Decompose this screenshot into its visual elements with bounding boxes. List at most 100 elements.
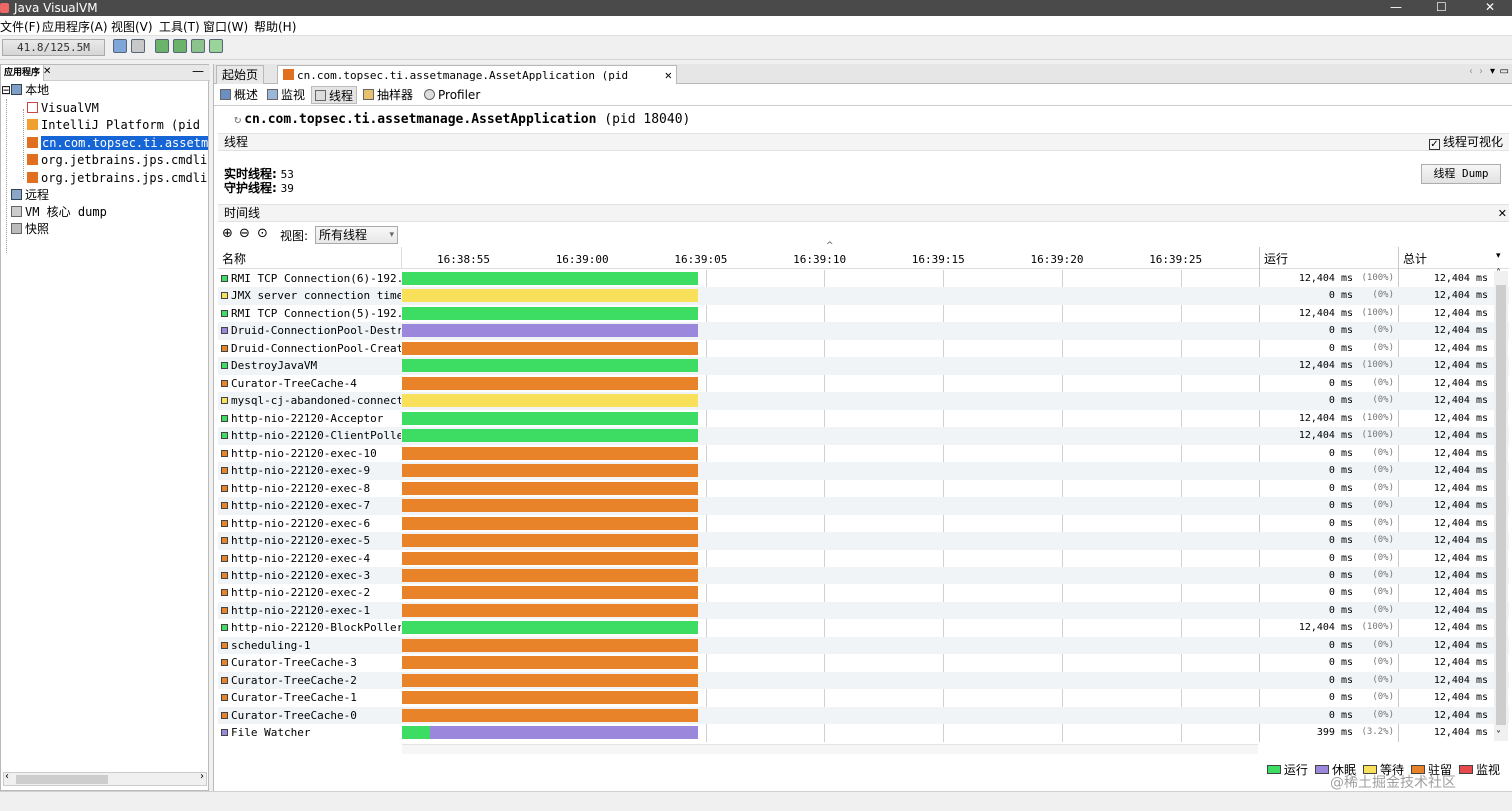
zoom-fit-icon[interactable]: ⊙ <box>257 226 268 241</box>
menu-view[interactable]: 视图(V) <box>111 18 153 35</box>
menu-file[interactable]: 文件(F) <box>0 18 40 35</box>
scroll-tabs-left-icon[interactable]: ‹ <box>1469 66 1473 77</box>
tab-list-icon[interactable]: ▾ <box>1490 66 1495 77</box>
thread-row[interactable]: RMI TCP Connection(6)-192.1 12,404 ms (100… <box>218 270 1509 288</box>
thread-state-bar <box>402 306 698 320</box>
thread-row[interactable]: JMX server connection timed 0 ms (0%) 12,40… <box>218 287 1509 305</box>
scroll-thumb[interactable] <box>16 775 108 784</box>
add-remote-host-icon[interactable] <box>173 39 187 53</box>
column-total[interactable]: 总计 <box>1403 250 1427 267</box>
add-core-dump-icon[interactable] <box>191 39 205 53</box>
close-icon[interactable]: ✕ <box>43 66 51 77</box>
running-time: 12,404 ms <box>1298 307 1353 319</box>
running-time: 0 ms <box>1328 342 1353 354</box>
thread-row[interactable]: http-nio-22120-exec-7 0 ms (0%) 12,404 ms <box>218 497 1509 515</box>
thread-row[interactable]: http-nio-22120-exec-9 0 ms (0%) 12,404 ms <box>218 462 1509 480</box>
local-host-icon <box>11 84 23 95</box>
horizontal-scrollbar[interactable]: ‹ › <box>3 771 207 786</box>
visualize-threads-checkbox[interactable]: ✓ 线程可视化 <box>1428 134 1503 151</box>
column-menu-icon[interactable]: ▾ <box>1496 251 1501 261</box>
menu-application[interactable]: 应用程序(A) <box>42 18 108 35</box>
scroll-up-icon[interactable]: ˄ <box>1496 268 1501 279</box>
vertical-scrollbar[interactable]: ˄ ˅ <box>1494 268 1508 741</box>
thread-row[interactable]: Curator-TreeCache-3 0 ms (0%) 12,404 ms <box>218 654 1509 672</box>
collapse-icon[interactable]: ⊟ <box>1 83 11 97</box>
thread-row[interactable]: Curator-TreeCache-4 0 ms (0%) 12,404 ms <box>218 375 1509 393</box>
scroll-right-icon[interactable]: › <box>200 771 204 782</box>
tab-threads[interactable]: 线程 <box>311 86 358 104</box>
running-time: 0 ms <box>1328 500 1353 512</box>
tab-overview[interactable]: 概述 <box>217 86 261 104</box>
tree-node-visualvm[interactable]: VisualVM <box>27 100 99 117</box>
thread-row[interactable]: http-nio-22120-exec-1 0 ms (0%) 12,404 ms <box>218 601 1509 620</box>
maximize-button[interactable]: ☐ <box>1436 0 1447 14</box>
tree-node-intellij[interactable]: IntelliJ Platform (pid 165 <box>27 117 208 134</box>
close-tab-icon[interactable]: ✕ <box>665 66 672 84</box>
tab-applications[interactable]: 应用程序 <box>1 65 45 81</box>
scroll-down-icon[interactable]: ˅ <box>1496 730 1501 741</box>
tree-node-jps-cmdline-2[interactable]: org.jetbrains.jps.cmdline.l <box>27 170 208 187</box>
thread-row[interactable]: Druid-ConnectionPool-Create 0 ms (0%) 12,40… <box>218 340 1509 358</box>
thread-row[interactable]: scheduling-1 0 ms (0%) 12,404 ms <box>218 636 1509 655</box>
tree-node-jps-cmdline-1[interactable]: org.jetbrains.jps.cmdline.l <box>27 152 208 169</box>
tree-node-snapshots[interactable]: 快照 <box>11 221 49 238</box>
thread-row[interactable]: RMI TCP Connection(5)-192.1 12,404 ms (100… <box>218 305 1509 323</box>
tab-sampler[interactable]: 抽样器 <box>360 86 416 104</box>
thread-row[interactable]: Curator-TreeCache-0 0 ms (0%) 12,404 ms <box>218 706 1509 725</box>
scroll-left-icon[interactable]: ‹ <box>5 771 9 782</box>
thread-row[interactable]: http-nio-22120-Acceptor 12,404 ms (100%) 12… <box>218 410 1509 428</box>
view-select[interactable]: 所有线程 ▾ <box>315 226 398 244</box>
thread-row[interactable]: mysql-cj-abandoned-connecti 0 ms (0%) 12,40… <box>218 392 1509 410</box>
close-window-button[interactable]: ✕ <box>1485 0 1495 14</box>
thread-row[interactable]: http-nio-22120-exec-4 0 ms (0%) 12,404 ms <box>218 550 1509 568</box>
timeline-horizontal-scrollbar[interactable] <box>402 743 1258 754</box>
minimize-panel-icon[interactable]: — <box>192 64 204 78</box>
memory-indicator[interactable]: 41.8/125.5M <box>2 39 105 56</box>
maximize-tab-icon[interactable]: ▭ <box>1500 66 1509 77</box>
time-tick: 16:39:15 <box>911 253 965 266</box>
thread-row[interactable]: http-nio-22120-exec-10 0 ms (0%) 12,404 ms <box>218 445 1509 463</box>
column-running[interactable]: 运行 <box>1264 250 1288 267</box>
scroll-thumb[interactable] <box>1496 285 1506 725</box>
tree-node-core-dump[interactable]: VM 核心 dump <box>11 204 107 221</box>
thread-dump-button[interactable]: 线程 Dump <box>1421 164 1501 184</box>
thread-row[interactable]: http-nio-22120-exec-2 0 ms (0%) 12,404 ms <box>218 584 1509 602</box>
thread-row[interactable]: DestroyJavaVM 12,404 ms (100%) 12,404 ms <box>218 357 1509 375</box>
thread-row[interactable]: http-nio-22120-ClientPoller 12,404 ms (100… <box>218 427 1509 445</box>
save-icon[interactable] <box>131 39 145 53</box>
running-percent: (0%) <box>1372 604 1394 615</box>
tree-node-asset-application[interactable]: cn.com.topsec.ti.assetmana <box>27 135 208 152</box>
thread-state-bar <box>402 429 698 443</box>
thread-row[interactable]: http-nio-22120-exec-8 0 ms (0%) 12,404 ms <box>218 480 1509 498</box>
close-timeline-icon[interactable]: ✕ <box>1498 205 1507 222</box>
thread-name: File Watcher <box>218 724 401 742</box>
monitor-icon <box>267 89 278 100</box>
thread-row[interactable]: Druid-ConnectionPool-Destro 0 ms (0%) 12,40… <box>218 322 1509 340</box>
compare-snapshots-icon[interactable] <box>209 39 223 53</box>
thread-row[interactable]: http-nio-22120-BlockPoller 12,404 ms (100%… <box>218 619 1509 637</box>
time-tick: 16:39:10 <box>793 253 847 266</box>
thread-row[interactable]: Curator-TreeCache-2 0 ms (0%) 12,404 ms <box>218 671 1509 690</box>
thread-row[interactable]: File Watcher 399 ms (3.2%) 12,404 ms <box>218 724 1509 742</box>
scroll-tabs-right-icon[interactable]: › <box>1479 66 1483 77</box>
minimize-button[interactable]: — <box>1390 0 1402 14</box>
total-time: 12,404 ms <box>1433 622 1488 634</box>
tab-profiler[interactable]: Profiler <box>421 86 483 104</box>
thread-row[interactable]: http-nio-22120-exec-3 0 ms (0%) 12,404 ms <box>218 566 1509 585</box>
menu-tools[interactable]: 工具(T) <box>159 18 200 35</box>
menu-window[interactable]: 窗口(W) <box>203 18 248 35</box>
tree-node-local[interactable]: ⊟ 本地 <box>1 82 49 99</box>
thread-row[interactable]: http-nio-22120-exec-5 0 ms (0%) 12,404 ms <box>218 532 1509 550</box>
zoom-in-icon[interactable]: ⊕ <box>222 226 233 241</box>
open-snapshot-icon[interactable] <box>113 39 127 53</box>
zoom-out-icon[interactable]: ⊖ <box>239 226 250 241</box>
thread-row[interactable]: Curator-TreeCache-1 0 ms (0%) 12,404 ms <box>218 689 1509 707</box>
total-time: 12,404 ms <box>1433 657 1488 669</box>
add-jmx-connection-icon[interactable] <box>155 39 169 53</box>
tab-start-page[interactable]: 起始页 <box>216 65 265 84</box>
tab-monitor[interactable]: 监视 <box>264 86 308 104</box>
thread-row[interactable]: http-nio-22120-exec-6 0 ms (0%) 12,404 ms <box>218 515 1509 533</box>
tree-node-remote[interactable]: 远程 <box>11 187 49 204</box>
menu-help[interactable]: 帮助(H) <box>254 18 296 35</box>
tab-asset-application[interactable]: cn.com.topsec.ti.assetmanage.AssetApplic… <box>277 65 677 101</box>
